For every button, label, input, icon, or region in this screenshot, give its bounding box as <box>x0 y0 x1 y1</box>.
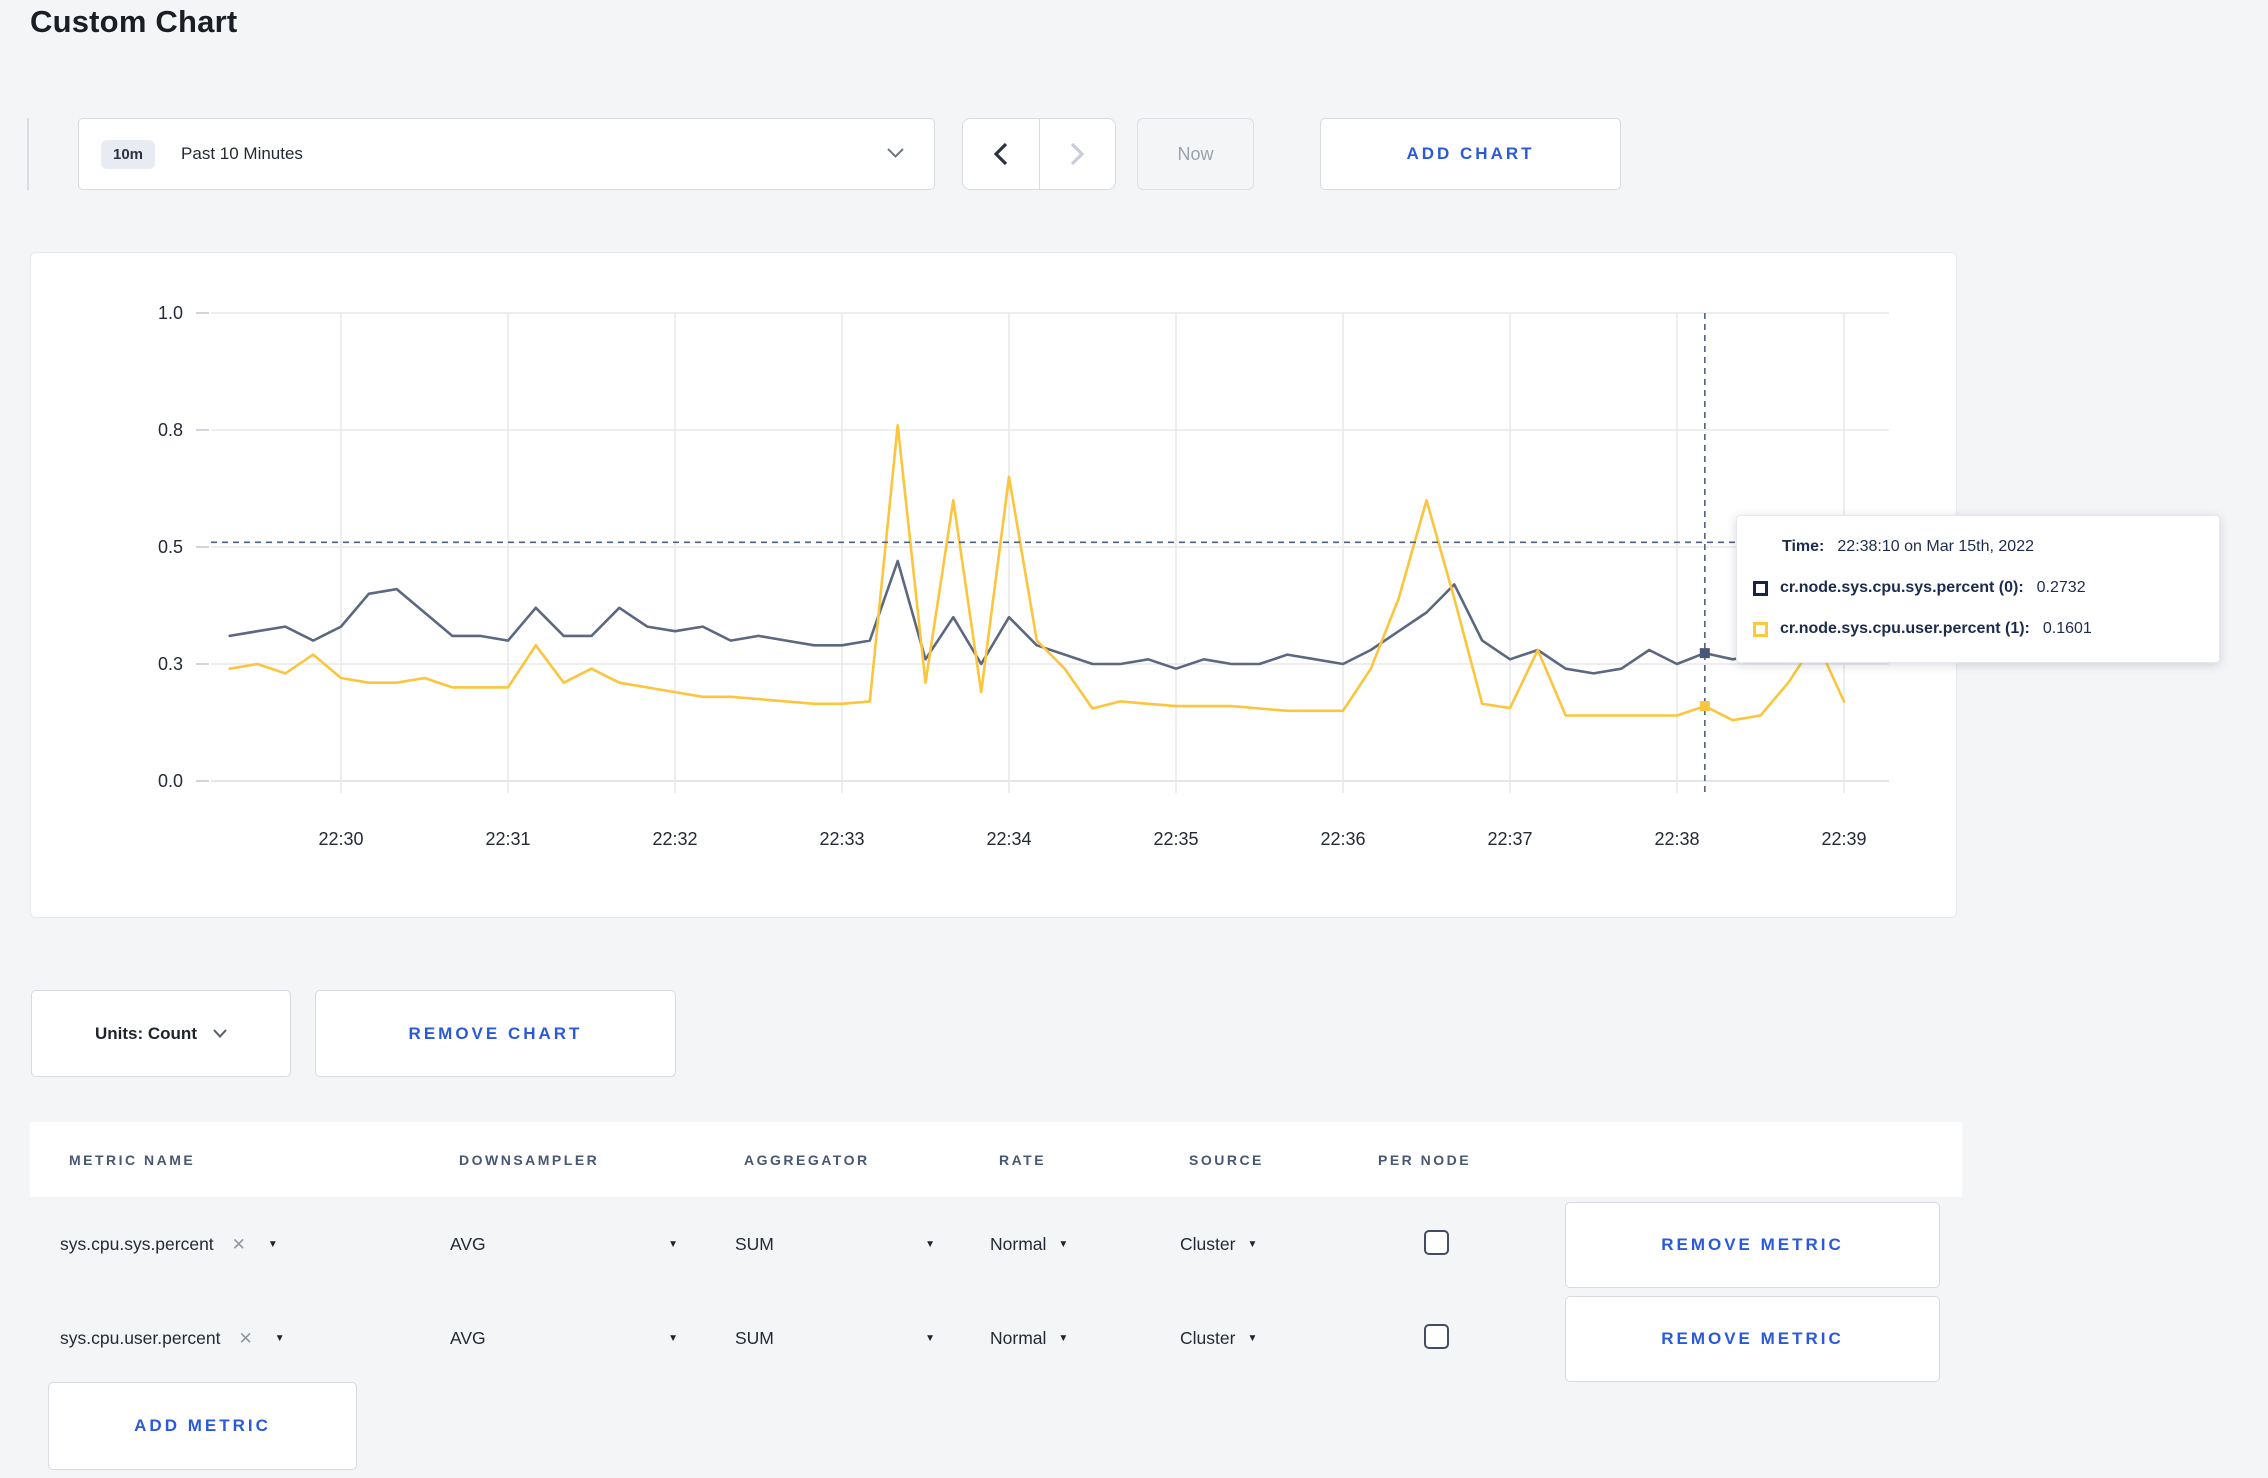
x-tick-label: 22:33 <box>819 829 864 849</box>
now-button[interactable]: Now <box>1137 118 1254 190</box>
clear-metric-icon[interactable]: ✕ <box>232 1235 246 1255</box>
y-tick-label: 1.0 <box>158 303 183 323</box>
chevron-down-icon <box>213 1029 227 1038</box>
remove-metric-button[interactable]: REMOVE METRIC <box>1565 1295 1940 1382</box>
page-title: Custom Chart <box>30 4 238 39</box>
series-sys-swatch-icon <box>1753 580 1768 596</box>
column-header-source: SOURCE <box>1189 1151 1264 1168</box>
tooltip-series-row: cr.node.sys.cpu.user.percent (1): 0.1601 <box>1753 620 2193 638</box>
caret-down-icon: ▼ <box>1247 1239 1258 1250</box>
x-tick-label: 22:35 <box>1153 829 1198 849</box>
series-line-user <box>228 424 1846 722</box>
metric-name-select[interactable]: sys.cpu.sys.percent ✕ ▼ <box>60 1234 450 1255</box>
per-node-checkbox[interactable] <box>1424 1323 1449 1349</box>
tooltip-series-value: 0.1601 <box>2042 620 2092 637</box>
add-metric-button[interactable]: ADD METRIC <box>48 1382 357 1470</box>
next-range-button[interactable] <box>1040 119 1116 189</box>
x-tick-label: 22:36 <box>1320 829 1365 849</box>
chart-tooltip: Time: 22:38:10 on Mar 15th, 2022 cr.node… <box>1736 515 2220 663</box>
table-row: sys.cpu.sys.percent ✕ ▼ AVG ▼ SUM ▼ Norm… <box>30 1197 1962 1292</box>
downsampler-select[interactable]: AVG ▼ <box>450 1234 678 1255</box>
column-header-aggregator: AGGREGATOR <box>744 1151 870 1168</box>
metric-name-select[interactable]: sys.cpu.user.percent ✕ ▼ <box>60 1328 450 1349</box>
x-tick-label: 22:34 <box>986 829 1031 849</box>
chevron-down-icon <box>887 145 904 163</box>
time-window-dropdown[interactable]: 10m Past 10 Minutes <box>78 118 935 190</box>
clear-metric-icon[interactable]: ✕ <box>239 1329 253 1349</box>
time-range-pager <box>962 118 1116 190</box>
remove-chart-button[interactable]: REMOVE CHART <box>315 990 676 1077</box>
series-user-swatch-icon <box>1753 621 1768 637</box>
source-select[interactable]: Cluster ▼ <box>1180 1234 1369 1255</box>
x-tick-label: 22:32 <box>652 829 697 849</box>
caret-down-icon: ▼ <box>274 1333 285 1344</box>
caret-down-icon: ▼ <box>267 1239 278 1250</box>
tooltip-time-label: Time: <box>1782 538 1825 555</box>
column-header-metric-name: METRIC NAME <box>69 1151 196 1168</box>
timeseries-chart[interactable]: 0.0 0.3 0.5 0.8 1.0 22:30 22:31 22:32 22:33 22:34… <box>31 253 1958 919</box>
caret-down-icon: ▼ <box>1058 1333 1069 1344</box>
caret-down-icon: ▼ <box>668 1239 678 1250</box>
time-window-badge: 10m <box>101 139 156 169</box>
table-row: sys.cpu.user.percent ✕ ▼ AVG ▼ SUM ▼ Nor… <box>30 1292 1962 1385</box>
prev-range-button[interactable] <box>963 119 1040 189</box>
metrics-table-header: METRIC NAME DOWNSAMPLER AGGREGATOR RATE … <box>30 1122 1962 1197</box>
x-tick-label: 22:31 <box>485 829 530 849</box>
hover-dot-user <box>1699 701 1710 712</box>
caret-down-icon: ▼ <box>1058 1239 1069 1250</box>
rate-select[interactable]: Normal ▼ <box>990 1234 1180 1255</box>
units-select[interactable]: Units: Count <box>31 990 291 1077</box>
y-tick-label: 0.0 <box>158 771 183 791</box>
units-label: Units: Count <box>95 1023 197 1043</box>
caret-down-icon: ▼ <box>925 1239 935 1250</box>
aggregator-select[interactable]: SUM ▼ <box>735 1234 935 1255</box>
source-select[interactable]: Cluster ▼ <box>1180 1328 1369 1349</box>
toolbar-divider <box>27 118 29 190</box>
aggregator-select[interactable]: SUM ▼ <box>735 1328 935 1349</box>
tooltip-time-row: Time: 22:38:10 on Mar 15th, 2022 <box>1782 538 2193 556</box>
downsampler-select[interactable]: AVG ▼ <box>450 1328 678 1349</box>
tooltip-series-value: 0.2732 <box>2036 579 2086 596</box>
hover-dot-sys <box>1699 648 1710 659</box>
caret-down-icon: ▼ <box>1247 1333 1258 1344</box>
tooltip-series-name: cr.node.sys.cpu.sys.percent (0): <box>1780 579 2024 596</box>
y-tick-label: 0.8 <box>158 420 183 440</box>
series-line-sys <box>228 559 1846 675</box>
x-tick-label: 22:37 <box>1487 829 1532 849</box>
y-tick-label: 0.3 <box>158 654 183 674</box>
column-header-per-node: PER NODE <box>1378 1151 1472 1168</box>
rate-select[interactable]: Normal ▼ <box>990 1328 1180 1349</box>
remove-metric-button[interactable]: REMOVE METRIC <box>1565 1201 1940 1288</box>
x-tick-label: 22:39 <box>1821 829 1866 849</box>
per-node-checkbox[interactable] <box>1424 1229 1449 1255</box>
add-chart-button[interactable]: ADD CHART <box>1320 118 1621 190</box>
tooltip-series-row: cr.node.sys.cpu.sys.percent (0): 0.2732 <box>1753 579 2193 597</box>
time-window-label: Past 10 Minutes <box>181 144 303 163</box>
tooltip-series-name: cr.node.sys.cpu.user.percent (1): <box>1780 620 2030 637</box>
x-tick-label: 22:38 <box>1654 829 1699 849</box>
caret-down-icon: ▼ <box>668 1333 678 1344</box>
y-tick-label: 0.5 <box>158 537 183 557</box>
tooltip-time-value: 22:38:10 on Mar 15th, 2022 <box>1837 538 2034 555</box>
caret-down-icon: ▼ <box>925 1333 935 1344</box>
column-header-downsampler: DOWNSAMPLER <box>459 1151 600 1168</box>
column-header-rate: RATE <box>999 1151 1047 1168</box>
x-tick-label: 22:30 <box>318 829 363 849</box>
chart-card: 0.0 0.3 0.5 0.8 1.0 22:30 22:31 22:32 22:33 22:34… <box>30 252 2220 919</box>
